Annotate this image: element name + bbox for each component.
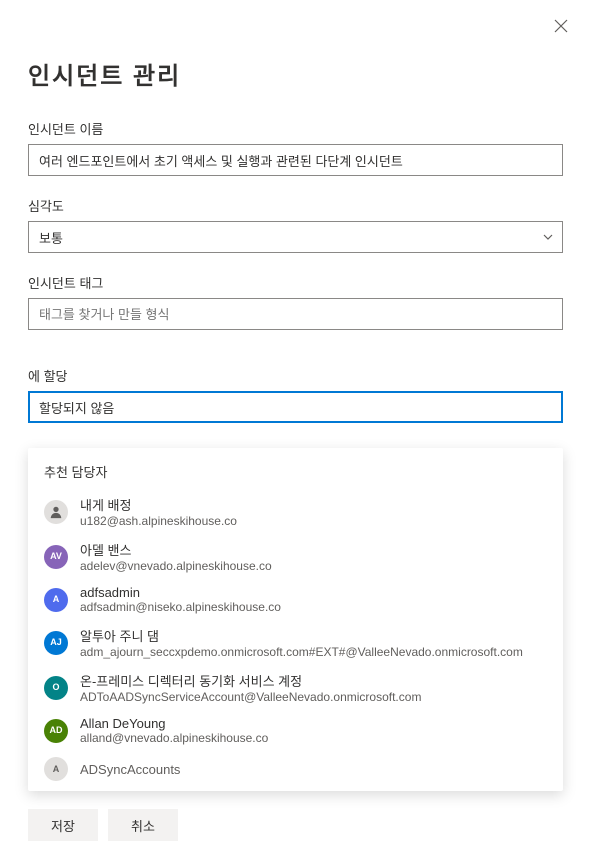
close-button[interactable] [549, 14, 573, 38]
avatar-initials: AJ [50, 638, 62, 647]
avatar-initials: A [53, 765, 60, 774]
field-tags: 인시던트 태그 [28, 273, 563, 330]
dropdown-item-email: adm_ajourn_seccxpdemo.onmicrosoft.com#EX… [80, 645, 547, 659]
dropdown-item-name: 온-프레미스 디렉터리 동기화 서비스 계정 [80, 671, 547, 690]
dropdown-item-email: adfsadmin@niseko.alpineskihouse.co [80, 600, 547, 614]
dropdown-item-text: adfsadminadfsadmin@niseko.alpineskihouse… [80, 585, 547, 614]
dropdown-item-name: adfsadmin [80, 585, 547, 600]
dropdown-item[interactable]: AD Allan DeYoungalland@vnevado.alpineskih… [28, 710, 563, 751]
avatar: A [44, 757, 68, 781]
avatar-initials: AV [50, 552, 62, 561]
avatar: AV [44, 545, 68, 569]
avatar [44, 500, 68, 524]
tags-label: 인시던트 태그 [28, 273, 563, 292]
dropdown-item-email: ADToAADSyncServiceAccount@ValleeNevado.o… [80, 690, 547, 704]
field-incident-name: 인시던트 이름 [28, 119, 563, 176]
dropdown-item[interactable]: O 온-프레미스 디렉터리 동기화 서비스 계정ADToAADSyncServic… [28, 665, 563, 710]
dropdown-list[interactable]: 내게 배정u182@ash.alpineskihouse.coAV아델 밴스ad… [28, 489, 563, 787]
page-title: 인시던트 관리 [28, 56, 563, 91]
dropdown-item-text: ADSyncAccounts [80, 762, 547, 777]
dropdown-item-text: 아델 밴스adelev@vnevado.alpineskihouse.co [80, 540, 547, 573]
severity-select[interactable]: 보통 [28, 221, 563, 253]
dropdown-item[interactable]: AV 아델 밴스adelev@vnevado.alpineskihouse.co [28, 534, 563, 579]
dropdown-item-name: 아델 밴스 [80, 540, 547, 559]
avatar-initials: AD [50, 726, 63, 735]
assign-label: 에 할당 [28, 366, 563, 385]
footer-actions: 저장 취소 [28, 809, 178, 841]
incident-name-label: 인시던트 이름 [28, 119, 563, 138]
save-button[interactable]: 저장 [28, 809, 98, 841]
avatar: A [44, 588, 68, 612]
avatar: O [44, 676, 68, 700]
dropdown-item-text: 내게 배정u182@ash.alpineskihouse.co [80, 495, 547, 528]
dropdown-item[interactable]: AJ 알투아 주니 댐adm_ajourn_seccxpdemo.onmicros… [28, 620, 563, 665]
dropdown-item-name: 내게 배정 [80, 495, 547, 514]
dropdown-item-text: 알투아 주니 댐adm_ajourn_seccxpdemo.onmicrosof… [80, 626, 547, 659]
dropdown-item-email: u182@ash.alpineskihouse.co [80, 514, 547, 528]
dropdown-item-email: adelev@vnevado.alpineskihouse.co [80, 559, 547, 573]
dropdown-item-email: alland@vnevado.alpineskihouse.co [80, 731, 547, 745]
dropdown-item-name: ADSyncAccounts [80, 762, 547, 777]
avatar: AJ [44, 631, 68, 655]
close-icon [554, 19, 568, 33]
dropdown-item[interactable]: Aadfsadminadfsadmin@niseko.alpineskihous… [28, 579, 563, 620]
field-severity: 심각도 보통 [28, 196, 563, 253]
avatar: AD [44, 719, 68, 743]
assign-input[interactable] [28, 391, 563, 423]
dropdown-item[interactable]: 내게 배정u182@ash.alpineskihouse.co [28, 489, 563, 534]
field-assign: 에 할당 [28, 366, 563, 423]
severity-value: 보통 [39, 228, 63, 247]
dropdown-item-text: Allan DeYoungalland@vnevado.alpineskihou… [80, 716, 547, 745]
avatar-initials: O [52, 683, 59, 692]
tags-input[interactable] [28, 298, 563, 330]
dropdown-item-name: 알투아 주니 댐 [80, 626, 547, 645]
dropdown-header: 추천 담당자 [28, 458, 563, 489]
severity-label: 심각도 [28, 196, 563, 215]
dropdown-item-text: 온-프레미스 디렉터리 동기화 서비스 계정ADToAADSyncService… [80, 671, 547, 704]
assign-dropdown: 추천 담당자 내게 배정u182@ash.alpineskihouse.co AV… [28, 448, 563, 791]
dropdown-item[interactable]: A ADSyncAccounts [28, 751, 563, 787]
chevron-down-icon [542, 231, 554, 243]
incident-name-input[interactable] [28, 144, 563, 176]
avatar-initials: A [53, 595, 60, 604]
dropdown-item-name: Allan DeYoung [80, 716, 547, 731]
cancel-button[interactable]: 취소 [108, 809, 178, 841]
